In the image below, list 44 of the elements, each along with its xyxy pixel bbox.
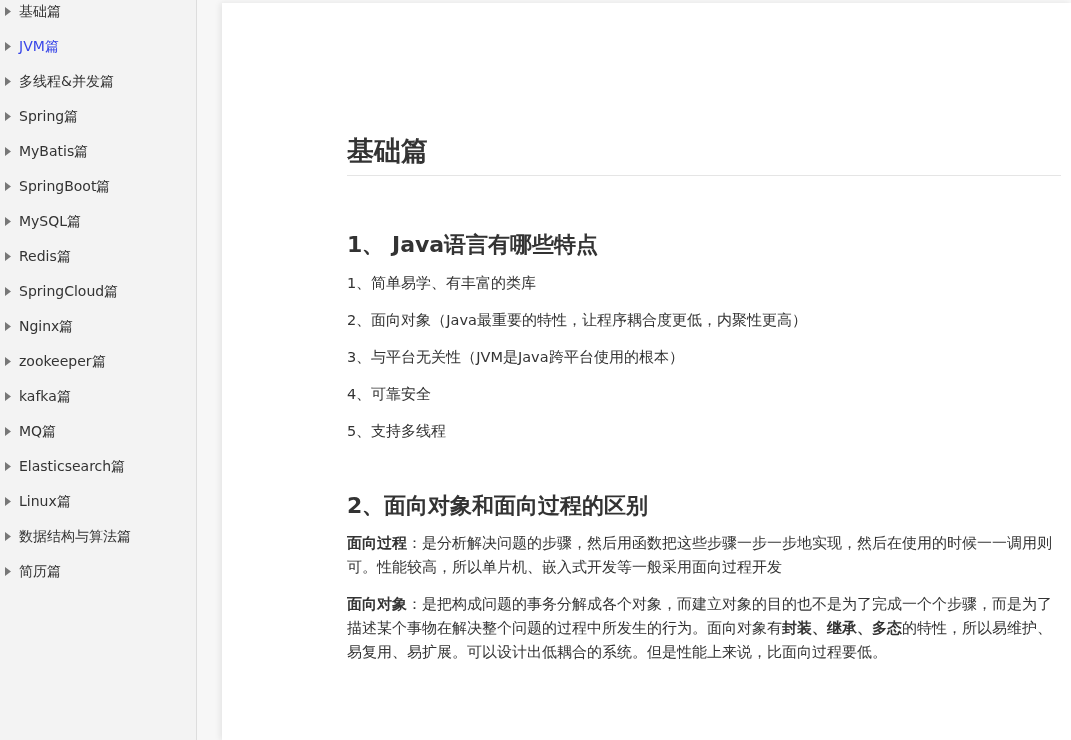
caret-icon xyxy=(5,182,11,191)
caret-icon xyxy=(5,42,11,51)
article-title: 基础篇 xyxy=(347,135,1061,177)
sidebar-item[interactable]: zookeeper篇 xyxy=(0,344,196,379)
sidebar-item[interactable]: Nginx篇 xyxy=(0,309,196,344)
section-heading: 2、面向对象和面向过程的区别 xyxy=(347,492,650,520)
sidebar-item[interactable]: 数据结构与算法篇 xyxy=(0,519,196,554)
caret-icon xyxy=(5,497,11,506)
sidebar-item[interactable]: SpringCloud篇 xyxy=(0,274,196,309)
paragraph: 面向对象：是把构成问题的事务分解成各个对象，而建立对象的目的也不是为了完成一个个步骤，而是为了描述某个事物在解决整个问题的过程中所发生的行为。面向对象有封装、继承、多态的特性，所以易维护、易复用、易扩展。可以设计出低耦合的系统。但是性能上来说，比面向过程要低。 xyxy=(347,595,1053,663)
sidebar-item[interactable]: 基础篇 xyxy=(0,0,196,29)
caret-icon xyxy=(5,7,11,16)
paragraph: 2、面向对象（Java最重要的特性，让程序耦合度更低，内聚性更高） xyxy=(347,310,808,330)
caret-icon xyxy=(5,357,11,366)
paragraph: 5、支持多线程 xyxy=(347,421,448,441)
paragraph: 面向过程：是分析解决问题的步骤，然后用函数把这些步骤一步一步地实现，然后在使用的时候一一调用则可。性能较高，所以单片机、嵌入式开发等一般采用面向过程开发 xyxy=(347,534,1053,578)
sidebar-item[interactable]: Elasticsearch篇 xyxy=(0,449,196,484)
sidebar-item[interactable]: MySQL篇 xyxy=(0,204,196,239)
sidebar-item[interactable]: kafka篇 xyxy=(0,379,196,414)
caret-icon xyxy=(5,112,11,121)
section-heading: 1、 Java语言有哪些特点 xyxy=(347,232,600,259)
caret-icon xyxy=(5,567,11,576)
caret-icon xyxy=(5,392,11,401)
caret-icon xyxy=(5,462,11,471)
sidebar-item[interactable]: 简历篇 xyxy=(0,554,196,589)
sidebar-item[interactable]: Linux篇 xyxy=(0,484,196,519)
caret-icon xyxy=(5,77,11,86)
sidebar-item[interactable]: Spring篇 xyxy=(0,99,196,134)
sidebar-item[interactable]: SpringBoot篇 xyxy=(0,169,196,204)
sidebar-item[interactable]: MyBatis篇 xyxy=(0,134,196,169)
caret-icon xyxy=(5,287,11,296)
paragraph: 1、简单易学、有丰富的类库 xyxy=(347,273,538,293)
caret-icon xyxy=(5,427,11,436)
sidebar-item[interactable]: 多线程&并发篇 xyxy=(0,64,196,99)
sidebar-item[interactable]: MQ篇 xyxy=(0,414,196,449)
sidebar-item[interactable]: JVM篇 xyxy=(0,29,196,64)
caret-icon xyxy=(5,252,11,261)
caret-icon xyxy=(5,147,11,156)
sidebar-item[interactable]: Redis篇 xyxy=(0,239,196,274)
caret-icon xyxy=(5,322,11,331)
caret-icon xyxy=(5,532,11,541)
paragraph: 3、与平台无关性（JVM是Java跨平台使用的根本） xyxy=(347,347,685,367)
caret-icon xyxy=(5,217,11,226)
paragraph: 4、可靠安全 xyxy=(347,384,433,404)
